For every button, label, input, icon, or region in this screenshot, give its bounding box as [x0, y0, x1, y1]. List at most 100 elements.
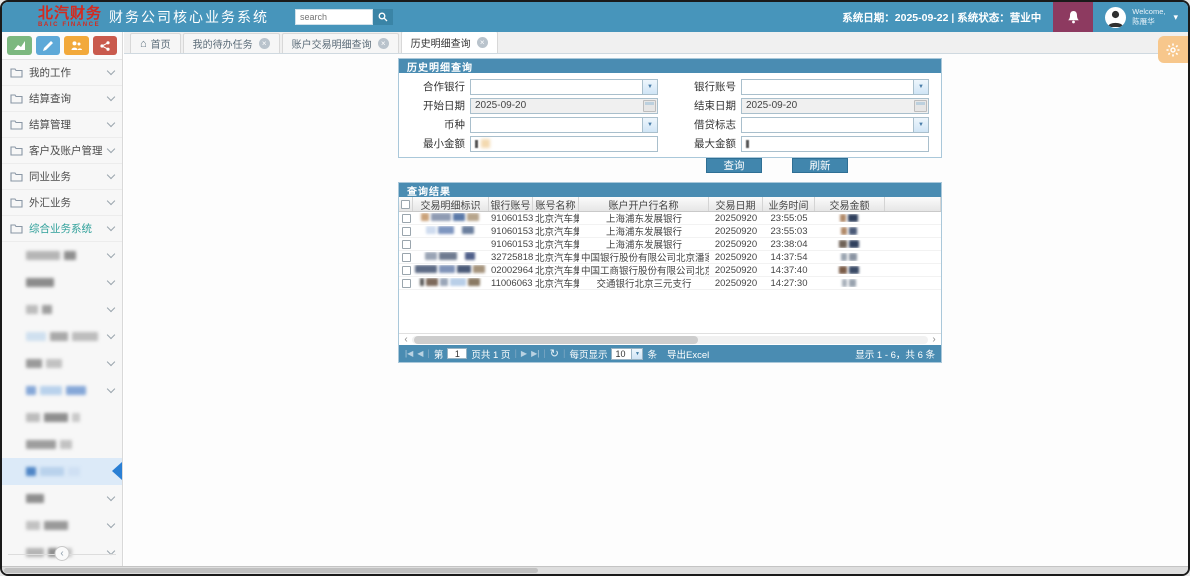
sidebar-item-0[interactable]: 我的工作 — [2, 60, 122, 86]
calendar-icon[interactable] — [914, 100, 927, 112]
page-number-input[interactable] — [447, 348, 467, 359]
gear-icon — [1166, 43, 1180, 57]
scrollbar-track[interactable] — [412, 336, 928, 344]
sidebar-subitem-redacted[interactable] — [2, 323, 122, 350]
scroll-left-icon[interactable]: ‹ — [401, 335, 411, 345]
redacted-value — [465, 252, 475, 260]
select-arrow-icon[interactable]: ▼ — [913, 80, 928, 94]
sidebar-subitem-redacted[interactable] — [2, 431, 122, 458]
scroll-right-icon[interactable]: › — [929, 335, 939, 345]
bank-account-select[interactable]: ▼ — [741, 79, 929, 95]
partner-bank-select[interactable]: ▼ — [470, 79, 658, 95]
collapse-sidebar-button[interactable]: ‹ — [55, 546, 70, 561]
sidebar-subitem-redacted[interactable] — [2, 377, 122, 404]
column-header: 交易日期 — [709, 197, 763, 211]
max-amount-input[interactable] — [741, 136, 929, 152]
tab-history-detail-query[interactable]: 历史明细查询 × — [401, 31, 498, 53]
business-time-cell: 23:55:05 — [763, 213, 815, 224]
select-arrow-icon[interactable]: ▼ — [642, 80, 657, 94]
sidebar-item-label: 综合业务系统 — [29, 221, 108, 236]
sidebar-item-6[interactable]: 综合业务系统 — [2, 216, 122, 242]
chart-app-button[interactable] — [7, 36, 32, 55]
column-header: 账号名称 — [533, 197, 579, 211]
window-scrollbar-thumb[interactable] — [4, 568, 538, 573]
per-page-select[interactable]: 10 ▼ — [611, 348, 643, 360]
window-horizontal-scrollbar[interactable] — [2, 566, 1188, 574]
close-icon[interactable]: × — [259, 38, 270, 49]
next-page-button[interactable]: ▶ — [521, 349, 527, 358]
transaction-amount-cell — [815, 227, 885, 235]
export-excel-button[interactable]: 导出Excel — [667, 347, 709, 361]
transaction-amount-cell — [815, 240, 885, 248]
search-button[interactable] — [373, 9, 393, 25]
app-window: 北汽财务 BAIC FINANCE 财务公司核心业务系统 系统日期：2025-0… — [0, 0, 1190, 576]
row-checkbox[interactable] — [402, 240, 411, 249]
redacted-value — [746, 140, 749, 148]
sidebar-subitem-redacted[interactable] — [2, 350, 122, 377]
debit-credit-flag-select[interactable]: ▼ — [741, 117, 929, 133]
currency-select[interactable]: ▼ — [470, 117, 658, 133]
redacted-value — [848, 214, 858, 222]
row-checkbox-cell — [399, 240, 413, 249]
row-checkbox[interactable] — [402, 279, 411, 288]
sidebar-subitem-redacted[interactable] — [2, 404, 122, 431]
sidebar-subitem-redacted[interactable] — [2, 296, 122, 323]
sidebar-item-4[interactable]: 同业业务 — [2, 164, 122, 190]
refresh-button[interactable]: 刷新 — [792, 158, 848, 173]
search-input[interactable] — [295, 9, 373, 25]
end-date-input[interactable]: 2025-09-20 — [741, 98, 929, 114]
select-all-checkbox[interactable] — [401, 200, 410, 209]
select-arrow-icon[interactable]: ▼ — [642, 118, 657, 132]
column-header-filler — [885, 197, 941, 211]
sidebar-subitem-redacted[interactable] — [2, 485, 122, 512]
settings-button[interactable] — [1158, 36, 1188, 63]
share-app-button[interactable] — [93, 36, 118, 55]
row-checkbox[interactable] — [402, 253, 411, 262]
sidebar-item-2[interactable]: 结算管理 — [2, 112, 122, 138]
redacted-value — [426, 226, 436, 234]
first-page-button[interactable]: |◀ — [405, 349, 413, 358]
redacted-label — [26, 467, 36, 476]
close-icon[interactable]: × — [477, 37, 488, 48]
transaction-id-cell — [413, 265, 489, 276]
tab-account-transaction-query[interactable]: 账户交易明细查询 × — [282, 33, 399, 53]
query-button[interactable]: 查询 — [706, 158, 762, 173]
chevron-down-icon — [107, 93, 115, 101]
tab-my-tasks[interactable]: 我的待办任务 × — [183, 33, 280, 53]
row-checkbox[interactable] — [402, 266, 411, 275]
notifications-button[interactable] — [1053, 2, 1093, 32]
table-row[interactable]: 11006063...北京汽车集...交通银行北京三元支行2025092014:… — [399, 277, 941, 290]
sidebar-subitem-redacted[interactable] — [2, 242, 122, 269]
redacted-label — [50, 332, 68, 341]
calendar-icon[interactable] — [643, 100, 656, 112]
share-icon — [100, 41, 110, 51]
start-date-input[interactable]: 2025-09-20 — [470, 98, 658, 114]
row-checkbox[interactable] — [402, 227, 411, 236]
sidebar-item-1[interactable]: 结算查询 — [2, 86, 122, 112]
edit-app-button[interactable] — [36, 36, 61, 55]
sidebar-subitem-redacted[interactable] — [2, 269, 122, 296]
redacted-label — [72, 413, 80, 422]
search-icon — [378, 12, 388, 22]
scrollbar-thumb[interactable] — [414, 336, 698, 344]
separator: | — [427, 348, 429, 359]
min-amount-input[interactable] — [470, 136, 658, 152]
user-menu[interactable]: Welcome, 陈雁华 ▾ — [1093, 7, 1188, 28]
sidebar-item-3[interactable]: 客户及账户管理 — [2, 138, 122, 164]
sidebar-item-5[interactable]: 外汇业务 — [2, 190, 122, 216]
tab-home[interactable]: ⌂ 首页 — [130, 33, 181, 53]
sidebar-menu: 我的工作结算查询结算管理客户及账户管理同业业务外汇业务综合业务系统 — [2, 60, 122, 242]
select-arrow-icon[interactable]: ▼ — [913, 118, 928, 132]
redacted-label — [26, 251, 60, 260]
sidebar-subitem-redacted[interactable] — [2, 512, 122, 539]
prev-page-button[interactable]: ◀ — [417, 349, 423, 358]
account-name-cell: 北京汽车集... — [533, 237, 579, 251]
row-checkbox[interactable] — [402, 214, 411, 223]
bank-account-cell: 32725818... — [489, 252, 533, 263]
refresh-icon[interactable]: ↻ — [550, 347, 559, 360]
users-app-button[interactable] — [64, 36, 89, 55]
close-icon[interactable]: × — [378, 38, 389, 49]
redacted-label — [26, 386, 36, 395]
sidebar-subitem-redacted[interactable] — [2, 458, 122, 485]
last-page-button[interactable]: ▶| — [531, 349, 539, 358]
